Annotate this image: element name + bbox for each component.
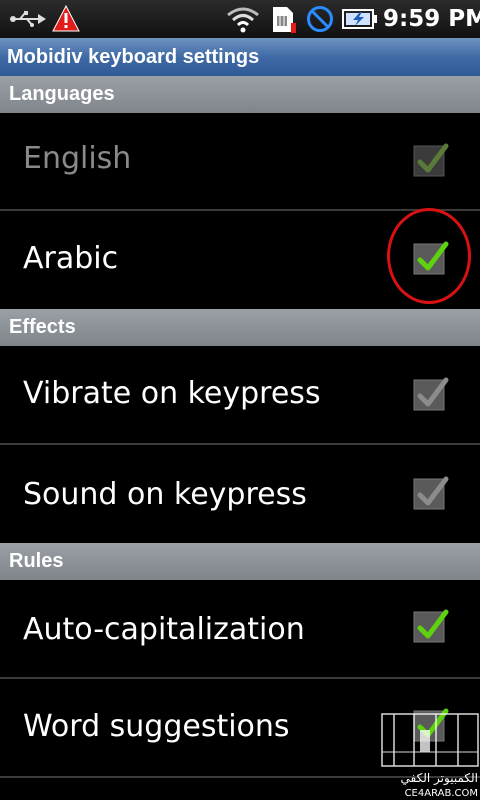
status-clock: 9:59 PM [383,6,480,32]
sim-card-icon [273,7,296,33]
wifi-icon [227,7,259,33]
list-item-sound[interactable]: Sound on keypress [0,445,480,543]
section-header-effects: Effects [0,309,480,346]
highlight-circle [387,208,471,304]
page-title: Mobidiv keyboard settings [7,46,260,68]
autocap-label: Auto-capitalization [23,612,305,647]
arabic-label: Arabic [23,241,119,276]
warning-icon [52,5,80,32]
no-signal-icon [307,6,333,32]
svg-text:الكمبيوتر الكفي: الكمبيوتر الكفي [401,771,478,786]
vibrate-checkbox[interactable] [410,374,450,414]
sound-checkbox[interactable] [410,473,450,513]
list-item-english: English [0,113,480,209]
english-checkbox [413,143,449,177]
title-bar: Mobidiv keyboard settings [0,38,480,76]
english-label: English [23,141,132,176]
section-header-languages: Languages [0,76,480,113]
autocap-checkbox[interactable] [410,606,450,646]
list-item-autocap[interactable]: Auto-capitalization [0,580,480,677]
svg-text:CE4ARAB.COM: CE4ARAB.COM [405,788,478,799]
sound-label: Sound on keypress [23,477,307,512]
status-bar: 9:59 PM [0,0,480,38]
section-title-effects: Effects [9,316,76,338]
battery-charging-icon [342,9,377,29]
suggestions-label: Word suggestions [23,709,290,744]
usb-icon [10,11,46,27]
section-title-languages: Languages [9,83,115,105]
watermark-logo: الكمبيوتر الكفي CE4ARAB.COM [381,713,479,799]
vibrate-label: Vibrate on keypress [23,376,321,411]
section-header-rules: Rules [0,543,480,580]
section-title-rules: Rules [9,550,64,572]
list-item-vibrate[interactable]: Vibrate on keypress [0,346,480,443]
